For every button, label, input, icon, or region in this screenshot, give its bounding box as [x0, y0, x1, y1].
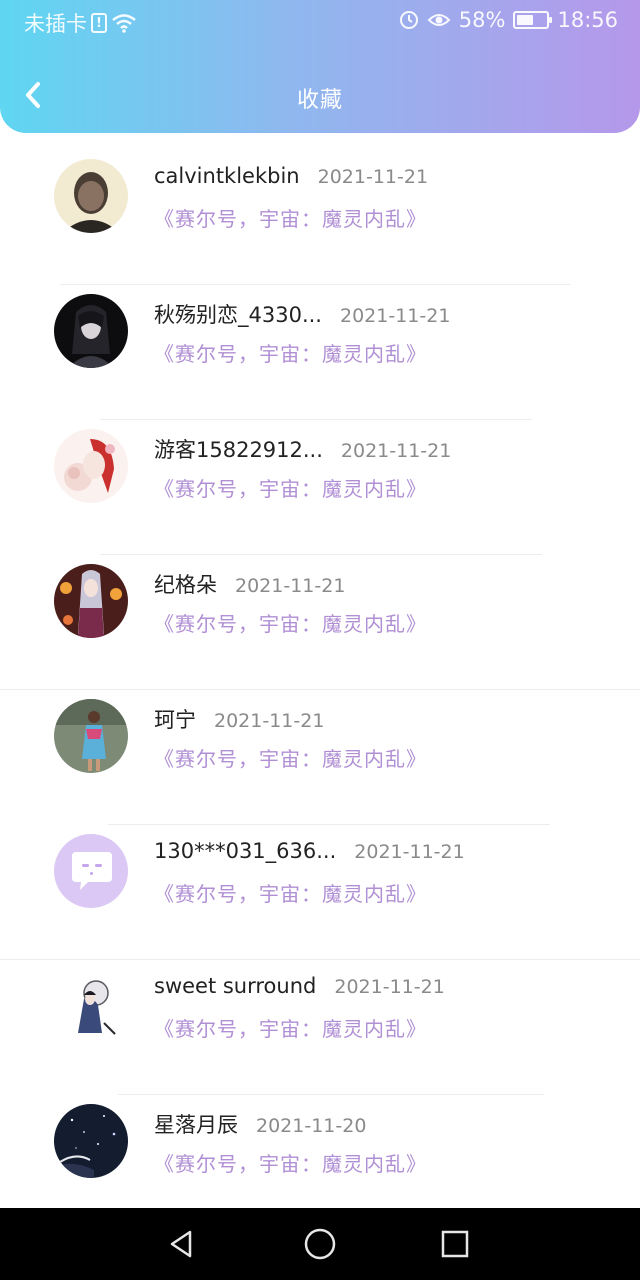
- list-item[interactable]: 130***031_636... 2021-11-21 《赛尔号，宇宙：魔灵内乱…: [0, 825, 640, 960]
- list-item[interactable]: 纪格朵 2021-11-21 《赛尔号，宇宙：魔灵内乱》: [0, 555, 640, 690]
- avatar[interactable]: [54, 564, 128, 638]
- item-header: 纪格朵 2021-11-21: [154, 569, 345, 599]
- date: 2021-11-21: [334, 976, 445, 998]
- favorites-list: calvintklekbin 2021-11-21 《赛尔号，宇宙：魔灵内乱》 …: [0, 150, 640, 1230]
- avatar[interactable]: [54, 969, 128, 1043]
- item-header: 珂宁 2021-11-21: [154, 704, 324, 734]
- item-header: 游客15822912... 2021-11-21: [154, 434, 451, 464]
- triangle-back-icon: [170, 1230, 192, 1258]
- battery-percent: 58%: [458, 8, 506, 32]
- system-recents-button[interactable]: [437, 1226, 473, 1262]
- anime-lantern-avatar-icon: [54, 564, 128, 638]
- username: 星落月辰: [154, 1113, 238, 1137]
- date: 2021-11-21: [354, 841, 465, 863]
- avatar[interactable]: [54, 294, 128, 368]
- avatar[interactable]: [54, 834, 128, 908]
- date: 2021-11-21: [235, 575, 346, 597]
- favorite-title-link[interactable]: 《赛尔号，宇宙：魔灵内乱》: [154, 1148, 427, 1177]
- avatar[interactable]: [54, 429, 128, 503]
- anime-dark-avatar-icon: [54, 294, 128, 368]
- battery-level: [517, 15, 534, 25]
- favorite-title-link[interactable]: 《赛尔号，宇宙：魔灵内乱》: [154, 608, 427, 637]
- system-navigation-bar: [0, 1208, 640, 1280]
- username: calvintklekbin: [154, 164, 300, 188]
- status-bar: 未插卡 ! 58% 18:56: [0, 0, 640, 44]
- date: 2021-11-21: [340, 440, 452, 462]
- sim-alert-icon: !: [91, 13, 107, 33]
- favorite-title-link[interactable]: 《赛尔号，宇宙：魔灵内乱》: [154, 473, 427, 502]
- item-header: 130***031_636... 2021-11-21: [154, 839, 465, 863]
- favorite-title-link[interactable]: 《赛尔号，宇宙：魔灵内乱》: [154, 338, 427, 367]
- list-item[interactable]: 珂宁 2021-11-21 《赛尔号，宇宙：魔灵内乱》: [0, 690, 640, 825]
- date: 2021-11-21: [214, 710, 325, 732]
- favorite-title-link[interactable]: 《赛尔号，宇宙：魔灵内乱》: [154, 203, 427, 232]
- battery-icon: [513, 11, 553, 29]
- favorite-title-link[interactable]: 《赛尔号，宇宙：魔灵内乱》: [154, 878, 427, 907]
- item-header: sweet surround 2021-11-21: [154, 974, 445, 998]
- title-bar: 收藏: [0, 62, 640, 130]
- photo-girl-avatar-icon: [54, 699, 128, 773]
- avatar[interactable]: [54, 159, 128, 233]
- item-header: 秋殇别恋_4330... 2021-11-21: [154, 299, 450, 329]
- list-item[interactable]: calvintklekbin 2021-11-21 《赛尔号，宇宙：魔灵内乱》: [0, 150, 640, 285]
- list-item[interactable]: 游客15822912... 2021-11-21 《赛尔号，宇宙：魔灵内乱》: [0, 420, 640, 555]
- ink-figure-avatar-icon: [54, 969, 128, 1043]
- avatar[interactable]: [54, 1104, 128, 1178]
- date: 2021-11-21: [339, 305, 451, 327]
- favorite-title-link[interactable]: 《赛尔号，宇宙：魔灵内乱》: [154, 743, 427, 772]
- list-item[interactable]: sweet surround 2021-11-21 《赛尔号，宇宙：魔灵内乱》: [0, 960, 640, 1095]
- username: 珂宁: [154, 708, 196, 732]
- system-home-button[interactable]: [302, 1226, 338, 1262]
- photo-man-avatar-icon: [54, 159, 128, 233]
- default-chat-avatar-icon: [54, 834, 128, 908]
- status-right: 58% 18:56: [399, 8, 618, 32]
- date: 2021-11-21: [317, 166, 429, 188]
- night-sky-avatar-icon: [54, 1104, 128, 1178]
- username: 纪格朵: [154, 573, 217, 597]
- square-recents-icon: [441, 1230, 469, 1258]
- circle-home-icon: [304, 1228, 336, 1260]
- system-back-button[interactable]: [164, 1226, 200, 1262]
- wifi-icon: [112, 14, 136, 33]
- do-not-disturb-icon: [399, 11, 418, 29]
- item-header: calvintklekbin 2021-11-21: [154, 164, 428, 188]
- page-title: 收藏: [296, 88, 343, 113]
- username: 游客15822912...: [154, 438, 323, 462]
- avatar[interactable]: [54, 699, 128, 773]
- carrier-text: 未插卡: [24, 12, 87, 36]
- eye-comfort-icon: [427, 14, 451, 26]
- username: sweet surround: [154, 974, 317, 998]
- app-header: 未插卡 ! 58% 18:56 收藏: [0, 0, 640, 133]
- favorite-title-link[interactable]: 《赛尔号，宇宙：魔灵内乱》: [154, 1013, 427, 1042]
- username: 130***031_636...: [154, 839, 337, 863]
- item-header: 星落月辰 2021-11-20: [154, 1109, 366, 1139]
- username: 秋殇别恋_4330...: [154, 303, 322, 327]
- clock: 18:56: [557, 8, 618, 32]
- list-item[interactable]: 秋殇别恋_4330... 2021-11-21 《赛尔号，宇宙：魔灵内乱》: [0, 285, 640, 420]
- date: 2021-11-20: [256, 1115, 367, 1137]
- anime-red-flower-avatar-icon: [54, 429, 128, 503]
- status-left: 未插卡 !: [24, 8, 137, 38]
